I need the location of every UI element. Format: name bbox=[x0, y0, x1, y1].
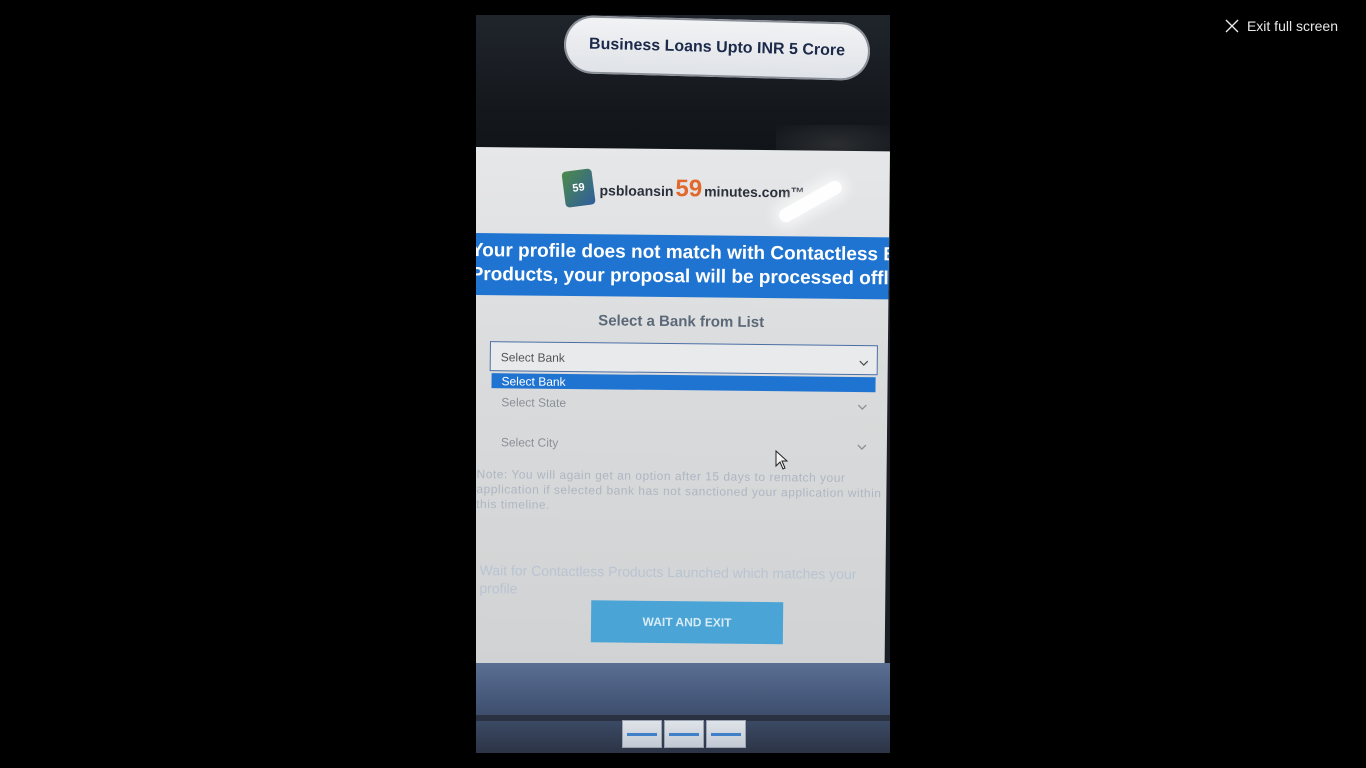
photo-thumbnails bbox=[622, 720, 746, 748]
photo-dark-area: Business Loans Upto INR 5 Crore bbox=[476, 15, 890, 165]
state-select-value: Select State bbox=[501, 395, 567, 410]
chevron-down-icon bbox=[857, 439, 867, 453]
logo-suffix: minutes.com™ bbox=[704, 183, 805, 201]
promo-banner: Business Loans Upto INR 5 Crore bbox=[563, 15, 871, 81]
thumbnail[interactable] bbox=[664, 720, 704, 748]
exit-full-screen-label: Exit full screen bbox=[1246, 18, 1338, 34]
chevron-down-icon bbox=[859, 355, 869, 369]
photo-viewer: Exit full screen Business Loans Upto INR… bbox=[0, 0, 1366, 768]
profile-mismatch-banner: Your profile does not match with Contact… bbox=[476, 232, 890, 300]
photo-image: Business Loans Upto INR 5 Crore 59 psblo… bbox=[476, 15, 890, 753]
rematch-note: Note: You will again get an option after… bbox=[476, 467, 882, 512]
logo-number: 59 bbox=[675, 175, 703, 203]
captured-screen: 59 psbloansin59 minutes.com™ Your profile… bbox=[476, 147, 890, 712]
logo-prefix: psbloansin bbox=[599, 182, 674, 200]
mouse-cursor-icon bbox=[775, 449, 789, 475]
banner-line-2: Products, your proposal will be processe… bbox=[476, 263, 890, 290]
logo-icon: 59 bbox=[561, 168, 596, 208]
bank-option-select-bank[interactable]: Select Bank bbox=[491, 373, 876, 393]
chevron-down-icon bbox=[857, 399, 867, 413]
city-select[interactable]: Select City bbox=[491, 431, 875, 457]
wait-message: Wait for Contactless Products Launched w… bbox=[479, 562, 857, 597]
close-icon bbox=[1225, 19, 1239, 33]
thumbnail[interactable] bbox=[706, 720, 746, 748]
bank-select-value: Select Bank bbox=[500, 350, 565, 365]
site-logo: 59 psbloansin59 minutes.com™ bbox=[561, 168, 805, 209]
bank-select[interactable]: Select Bank bbox=[489, 341, 878, 376]
exit-full-screen-button[interactable]: Exit full screen bbox=[1225, 18, 1338, 34]
thumbnail[interactable] bbox=[622, 720, 662, 748]
state-select[interactable]: Select State bbox=[491, 391, 875, 417]
wait-and-exit-button[interactable]: WAIT AND EXIT bbox=[590, 600, 784, 645]
logo-text: psbloansin59 minutes.com™ bbox=[599, 174, 804, 204]
city-select-value: Select City bbox=[500, 435, 559, 450]
select-bank-heading: Select a Bank from List bbox=[598, 312, 765, 332]
